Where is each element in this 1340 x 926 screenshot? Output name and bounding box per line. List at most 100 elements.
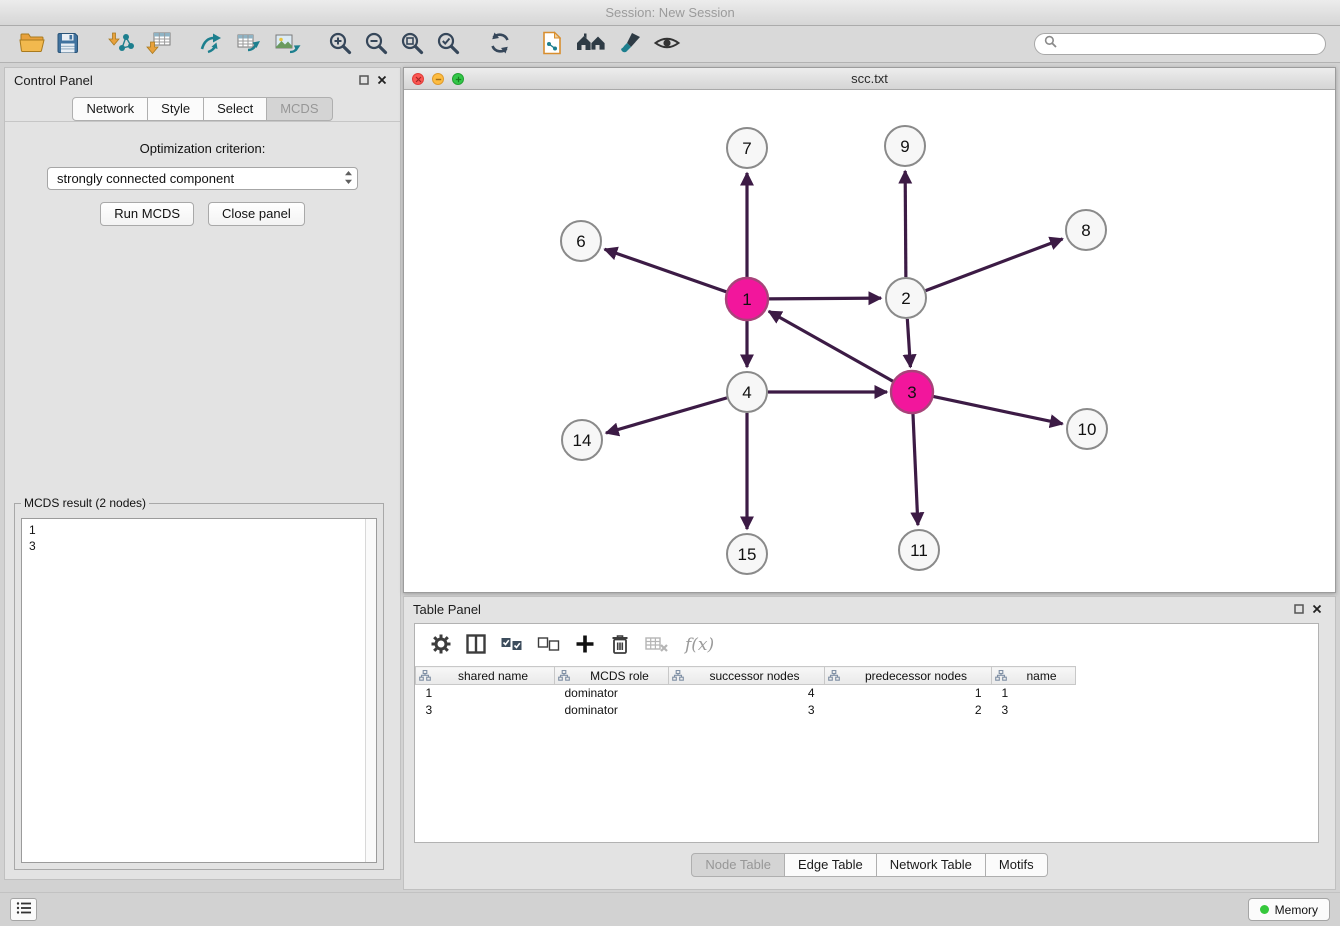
run-mcds-button[interactable]: Run MCDS <box>100 202 194 226</box>
edge-1-to-2[interactable] <box>768 298 881 299</box>
result-scrollbar[interactable] <box>365 519 376 862</box>
delete-row-button[interactable] <box>606 630 634 661</box>
table-row[interactable]: 3dominator323 <box>416 702 1319 719</box>
mcds-result-list: 13 <box>21 518 377 863</box>
import-table-file-button[interactable] <box>143 28 175 61</box>
table-cell[interactable]: 1 <box>992 685 1076 702</box>
column-header-mcds-role[interactable]: MCDS role <box>555 667 669 685</box>
table-cell[interactable]: 1 <box>416 685 555 702</box>
table-cell[interactable]: dominator <box>555 702 669 719</box>
table-cell[interactable]: dominator <box>555 685 669 702</box>
import-document-button[interactable] <box>537 28 567 61</box>
column-header-successor-nodes[interactable]: successor nodes <box>669 667 825 685</box>
task-history-button[interactable] <box>10 898 37 921</box>
network-table-button[interactable] <box>233 28 265 61</box>
close-control-panel-button[interactable] <box>373 71 391 90</box>
column-header-shared-name[interactable]: shared name <box>416 667 555 685</box>
graph-node-1[interactable]: 1 <box>726 278 768 320</box>
window-titlebar[interactable]: Session: New Session <box>0 0 1340 26</box>
memory-button[interactable]: Memory <box>1248 898 1330 921</box>
table-cell[interactable]: 3 <box>416 702 555 719</box>
edge-2-to-3[interactable] <box>907 319 910 367</box>
search-input[interactable] <box>1062 37 1316 51</box>
table-cell[interactable]: 3 <box>669 702 825 719</box>
table-cell[interactable]: 3 <box>992 702 1076 719</box>
graph-node-10[interactable]: 10 <box>1067 409 1107 449</box>
import-network-file-button[interactable] <box>105 28 137 61</box>
table-cell[interactable]: 2 <box>825 702 992 719</box>
close-window-button[interactable] <box>412 73 424 85</box>
search-box[interactable] <box>1034 33 1326 55</box>
show-graphics-details-button[interactable] <box>651 28 683 61</box>
node-table-container: f(x) shared nameMCDS role successor nodes… <box>414 623 1319 843</box>
criterion-select[interactable]: strongly connected component <box>47 167 358 190</box>
edge-2-to-9[interactable] <box>905 171 906 277</box>
column-header-label: successor nodes <box>709 669 799 683</box>
zoom-selected-button[interactable] <box>433 28 463 61</box>
table-cell[interactable]: 4 <box>669 685 825 702</box>
edge-1-to-6[interactable] <box>605 249 728 292</box>
tab-network[interactable]: Network <box>72 97 148 121</box>
edge-2-to-8[interactable] <box>926 239 1063 291</box>
graph-node-6[interactable]: 6 <box>561 221 601 261</box>
node-table-header-row: shared nameMCDS role successor nodes prede… <box>416 667 1319 685</box>
edge-4-to-14[interactable] <box>606 398 727 433</box>
edge-3-to-1[interactable] <box>769 311 894 381</box>
refresh-button[interactable] <box>485 28 515 61</box>
save-session-button[interactable] <box>53 28 83 61</box>
graph-node-8[interactable]: 8 <box>1066 210 1106 250</box>
show-columns-button[interactable] <box>462 630 490 661</box>
graph-node-7[interactable]: 7 <box>727 128 767 168</box>
traffic-lights <box>412 73 464 85</box>
edge-3-to-11[interactable] <box>913 413 918 525</box>
table-tab-edge-table[interactable]: Edge Table <box>785 853 877 877</box>
style-brush-button[interactable] <box>615 28 645 61</box>
function-builder-button[interactable]: f(x) <box>680 632 719 658</box>
table-tab-node-table[interactable]: Node Table <box>691 853 785 877</box>
table-cell[interactable]: 1 <box>825 685 992 702</box>
select-all-button[interactable] <box>497 630 527 661</box>
memory-status-dot <box>1260 905 1269 914</box>
graph-node-3[interactable]: 3 <box>891 371 933 413</box>
column-header-name[interactable]: name <box>992 667 1076 685</box>
home-button[interactable] <box>573 28 609 61</box>
load-network-button[interactable] <box>197 28 227 61</box>
add-row-button[interactable] <box>571 630 599 661</box>
tab-select[interactable]: Select <box>204 97 267 121</box>
close-panel-button[interactable]: Close panel <box>208 202 305 226</box>
search-icon <box>1044 35 1057 53</box>
graph-node-2[interactable]: 2 <box>886 278 926 318</box>
export-image-button[interactable] <box>271 28 303 61</box>
column-header-predecessor-nodes[interactable]: predecessor nodes <box>825 667 992 685</box>
zoom-in-button[interactable] <box>325 28 355 61</box>
float-table-panel-button[interactable] <box>1290 600 1308 619</box>
network-canvas[interactable]: 7 9 6 8 1 2 4 3 14 10 15 11 <box>404 90 1335 592</box>
tab-mcds[interactable]: MCDS <box>267 97 332 121</box>
zoom-out-button[interactable] <box>361 28 391 61</box>
close-table-panel-button[interactable] <box>1308 600 1326 619</box>
table-settings-button[interactable] <box>427 630 455 661</box>
zoom-window-button[interactable] <box>452 73 464 85</box>
zoom-fit-button[interactable] <box>397 28 427 61</box>
edge-3-to-10[interactable] <box>933 396 1063 423</box>
float-control-panel-button[interactable] <box>355 71 373 90</box>
table-cell-filler <box>1076 702 1319 719</box>
graph-node-15[interactable]: 15 <box>727 534 767 574</box>
network-window-titlebar[interactable]: scc.txt <box>404 68 1335 90</box>
column-header-label: name <box>1026 669 1056 683</box>
graph-node-9[interactable]: 9 <box>885 126 925 166</box>
svg-text:4: 4 <box>742 383 751 402</box>
graph-node-14[interactable]: 14 <box>562 420 602 460</box>
open-session-button[interactable] <box>17 28 47 61</box>
deselect-all-button[interactable] <box>534 630 564 661</box>
table-tab-network-table[interactable]: Network Table <box>877 853 986 877</box>
table-panel: Table Panel <box>403 596 1336 890</box>
destroy-table-button[interactable] <box>641 630 673 661</box>
graph-node-11[interactable]: 11 <box>899 530 939 570</box>
table-row[interactable]: 1dominator411 <box>416 685 1319 702</box>
minimize-window-button[interactable] <box>432 73 444 85</box>
tab-style[interactable]: Style <box>148 97 204 121</box>
graph-node-4[interactable]: 4 <box>727 372 767 412</box>
table-tab-motifs[interactable]: Motifs <box>986 853 1048 877</box>
network-graph[interactable]: 7 9 6 8 1 2 4 3 14 10 15 11 <box>404 90 1333 592</box>
